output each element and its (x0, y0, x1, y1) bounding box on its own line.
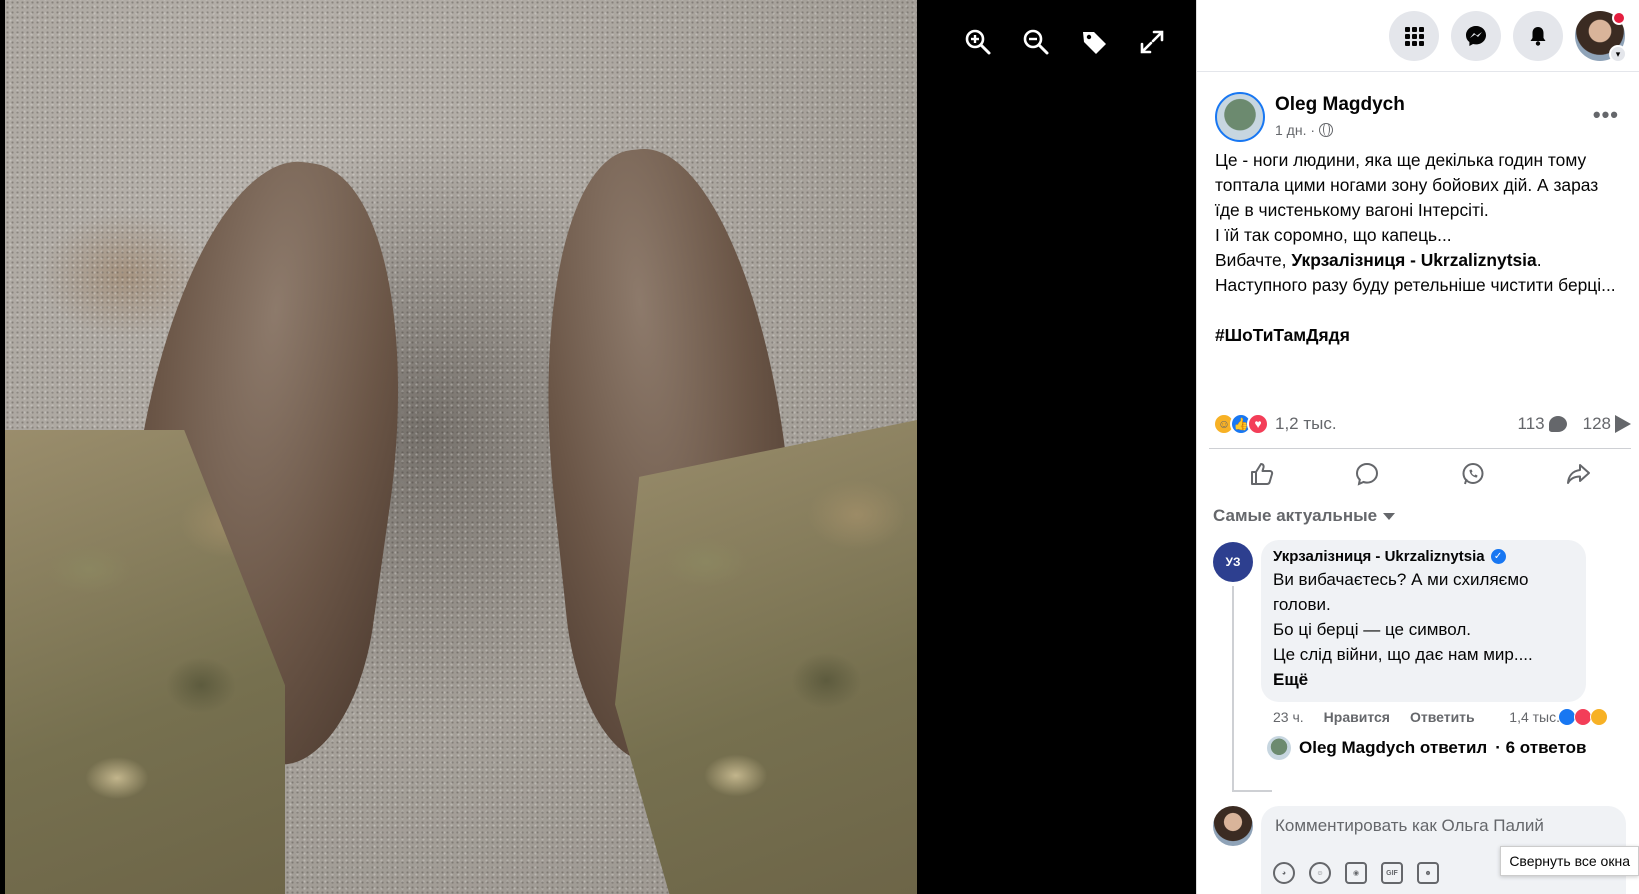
comment-sort-dropdown[interactable]: Самые актуальные (1213, 506, 1396, 526)
post-time[interactable]: 1 дн. · (1275, 122, 1315, 138)
photo-viewer (0, 0, 1196, 894)
comment-composer: ◕ ☺ ◉ GIF ☻ Свернуть все окна (1213, 806, 1639, 894)
comments-count-value: 113 (1517, 414, 1545, 433)
zoom-out-button[interactable] (1018, 24, 1054, 60)
sort-label: Самые актуальные (1213, 506, 1378, 525)
post-text: Це - ноги людини, яка ще декілька годин … (1215, 148, 1627, 348)
camera-icon[interactable]: ◉ (1345, 862, 1367, 884)
whatsapp-icon (1462, 462, 1484, 484)
hashtag-link[interactable]: #ШоТиТамДядя (1215, 323, 1627, 348)
notifications-button[interactable] (1513, 10, 1563, 61)
zoom-out-icon (1023, 29, 1049, 55)
post-text-line: І їй так соромно, що капець... (1215, 225, 1452, 245)
comment-reply-button[interactable]: Ответить (1410, 709, 1475, 725)
whatsapp-share-button[interactable] (1443, 454, 1503, 494)
comment-text: Ви вибачаєтесь? А ми схиляємо голови. Бо… (1273, 567, 1574, 692)
apology-prefix: Вибачте, (1215, 250, 1292, 270)
thumbs-up-icon (1250, 462, 1273, 485)
menu-button[interactable] (1389, 10, 1439, 61)
messenger-icon (1466, 25, 1486, 46)
post-text-line: Наступного разу буду ретельніше чистити … (1215, 275, 1616, 295)
fullscreen-icon (1140, 30, 1164, 54)
fullscreen-button[interactable] (1134, 24, 1170, 60)
chevron-down-icon: ▾ (1609, 44, 1627, 63)
care-reaction-icon (1590, 708, 1608, 726)
share-icon (1567, 463, 1591, 484)
messenger-button[interactable] (1451, 10, 1501, 61)
see-more-link[interactable]: Ещё (1273, 667, 1574, 692)
like-button[interactable] (1232, 454, 1292, 494)
globe-icon (1319, 123, 1334, 137)
comment-bubble: Укрзалізниця - Ukrzaliznytsia ✓ Ви вибач… (1261, 540, 1586, 702)
comments-count[interactable]: 113 (1518, 414, 1567, 434)
tag-icon (1083, 32, 1106, 54)
emoji-icon[interactable]: ☺ (1309, 862, 1331, 884)
commenter-avatar[interactable]: УЗ (1213, 542, 1253, 582)
author-avatar[interactable] (1215, 92, 1265, 142)
reactions-summary: ☺ 👍 ♥ 1,2 тыс. 113 128 (1213, 410, 1631, 438)
comment-time[interactable]: 23 ч. (1273, 709, 1304, 725)
menu-grid-icon (1405, 26, 1424, 46)
post-header: Oleg Magdych 1 дн. · ••• (1215, 90, 1623, 142)
replier-avatar (1267, 736, 1291, 760)
reply-summary-name: Oleg Magdych ответил (1299, 738, 1488, 757)
post-stats: 113 128 (1518, 414, 1631, 434)
tooltip: Свернуть все окна (1500, 846, 1639, 876)
commenter-name: Укрзалізниця - Ukrzaliznytsia (1273, 548, 1485, 565)
tag-photo-button[interactable] (1076, 24, 1112, 60)
avatar-sticker-icon[interactable]: ◕ (1273, 862, 1295, 884)
notifications-bell-icon (1530, 26, 1546, 46)
right-trouser-leg (615, 420, 917, 894)
comment-line: Ви вибачаєтесь? А ми схиляємо голови. (1273, 570, 1529, 614)
apology-suffix: . (1536, 250, 1542, 270)
love-reaction-icon: ♥ (1247, 413, 1269, 435)
post-side-panel: ▾ Oleg Magdych 1 дн. · ••• Це - ноги люд… (1196, 0, 1639, 894)
view-replies-link[interactable]: Oleg Magdych ответил · 6 ответов (1267, 736, 1586, 760)
comment-bubble-icon (1548, 416, 1567, 432)
shares-count-value: 128 (1582, 414, 1611, 433)
author-name[interactable]: Oleg Magdych (1275, 94, 1405, 116)
commenter-name-link[interactable]: Укрзалізниця - Ukrzaliznytsia ✓ (1273, 548, 1574, 565)
post-text-line: Це - ноги людини, яка ще декілька годин … (1215, 150, 1599, 220)
thread-line (1232, 586, 1234, 792)
caret-down-icon (1383, 512, 1396, 520)
post-actions (1209, 448, 1631, 498)
post-meta: 1 дн. · (1275, 122, 1334, 138)
top-bar: ▾ (1197, 0, 1639, 72)
comment-button[interactable] (1337, 454, 1397, 494)
comment-input[interactable] (1275, 816, 1605, 836)
viewer-toolbar (960, 24, 1170, 60)
more-options-button[interactable]: ••• (1593, 102, 1619, 128)
sticker-icon[interactable]: ☻ (1417, 862, 1439, 884)
verified-badge-icon: ✓ (1490, 549, 1506, 564)
mention-link[interactable]: Укрзалізниця - Ukrzaliznytsia (1291, 250, 1536, 270)
comment-icon (1356, 462, 1379, 486)
post-apology-line: Вибачте, Укрзалізниця - Ukrzaliznytsia. (1215, 248, 1627, 273)
composer-tools: ◕ ☺ ◉ GIF ☻ (1273, 862, 1439, 884)
comment-reactions[interactable]: 1,4 тыс. (1509, 708, 1608, 726)
reply-summary-count: · 6 ответов (1495, 738, 1587, 757)
share-arrow-icon (1615, 415, 1631, 433)
shares-count[interactable]: 128 (1583, 414, 1631, 434)
zoom-in-button[interactable] (960, 24, 996, 60)
comment-reactions-count: 1,4 тыс. (1509, 709, 1560, 725)
zoom-in-icon (965, 29, 991, 55)
reactions-count[interactable]: 1,2 тыс. (1275, 414, 1337, 434)
composer-avatar (1213, 806, 1253, 846)
thread-line-branch (1232, 790, 1272, 792)
account-avatar[interactable]: ▾ (1575, 10, 1627, 63)
comment-line: Бо ці берці — це символ. (1273, 620, 1471, 639)
share-button[interactable] (1548, 454, 1608, 494)
comment-meta: 23 ч. Нравится Ответить 1,4 тыс. (1273, 708, 1608, 726)
comment-like-button[interactable]: Нравится (1324, 709, 1390, 725)
gif-icon[interactable]: GIF (1381, 862, 1403, 884)
notification-dot (1612, 10, 1626, 25)
comment-line: Це слід війни, що дає нам мир.... (1273, 645, 1533, 664)
post-photo[interactable] (5, 0, 917, 894)
